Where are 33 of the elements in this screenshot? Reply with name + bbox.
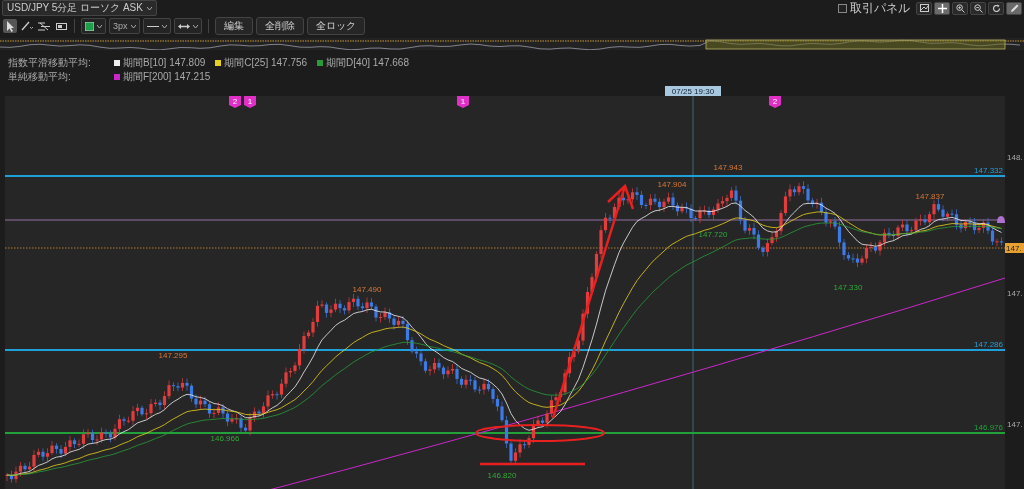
price-label: 147.295 <box>158 351 188 360</box>
axis-label: 147. <box>1007 420 1023 429</box>
level-label: 146.976 <box>974 423 1003 432</box>
crosshair-time-label: 07/25 19:30 <box>665 86 721 96</box>
price-label: 147.943 <box>713 163 743 172</box>
width-dropdown[interactable]: 3px <box>109 18 140 34</box>
legend-label: 期間F[200] 147.215 <box>123 71 211 83</box>
price-label: 146.966 <box>210 434 240 443</box>
price-label: 146.820 <box>487 471 517 480</box>
event-marker[interactable]: 2 <box>229 96 241 108</box>
legend-title: 単純移動平均: <box>8 71 72 83</box>
legend-label: 期間D[40] 147.668 <box>326 57 409 69</box>
axis-label: 148. <box>1007 153 1023 162</box>
current-price-tag: 147. <box>1005 243 1024 253</box>
price-label: 147.490 <box>352 285 382 294</box>
toolbar-button[interactable]: 全ロック <box>306 17 365 35</box>
price-label: 147.720 <box>698 230 728 239</box>
legend-label: 期間B[10] 147.809 <box>123 57 206 69</box>
price-label: 147.904 <box>657 180 687 189</box>
event-marker[interactable]: 1 <box>457 96 469 108</box>
toolbar-button[interactable]: 編集 <box>214 17 253 35</box>
legend-title: 指数平滑移動平均: <box>8 57 92 69</box>
toolbar-button[interactable]: 全削除 <box>255 17 304 35</box>
symbol-dropdown[interactable]: USD/JPY 5分足 ローソク ASK <box>2 0 157 16</box>
price-label: 147.837 <box>915 192 945 201</box>
level-label: 147.286 <box>974 340 1003 349</box>
trade-panel-label: 取引パネル <box>850 1 910 15</box>
axis-label: 147. <box>1007 289 1023 298</box>
event-marker[interactable]: 1 <box>244 96 256 108</box>
legend-label: 期間C[25] 147.756 <box>224 57 308 69</box>
event-marker[interactable]: 2 <box>769 96 781 108</box>
price-label: 147.330 <box>833 283 863 292</box>
level-label: 147.332 <box>974 166 1003 175</box>
